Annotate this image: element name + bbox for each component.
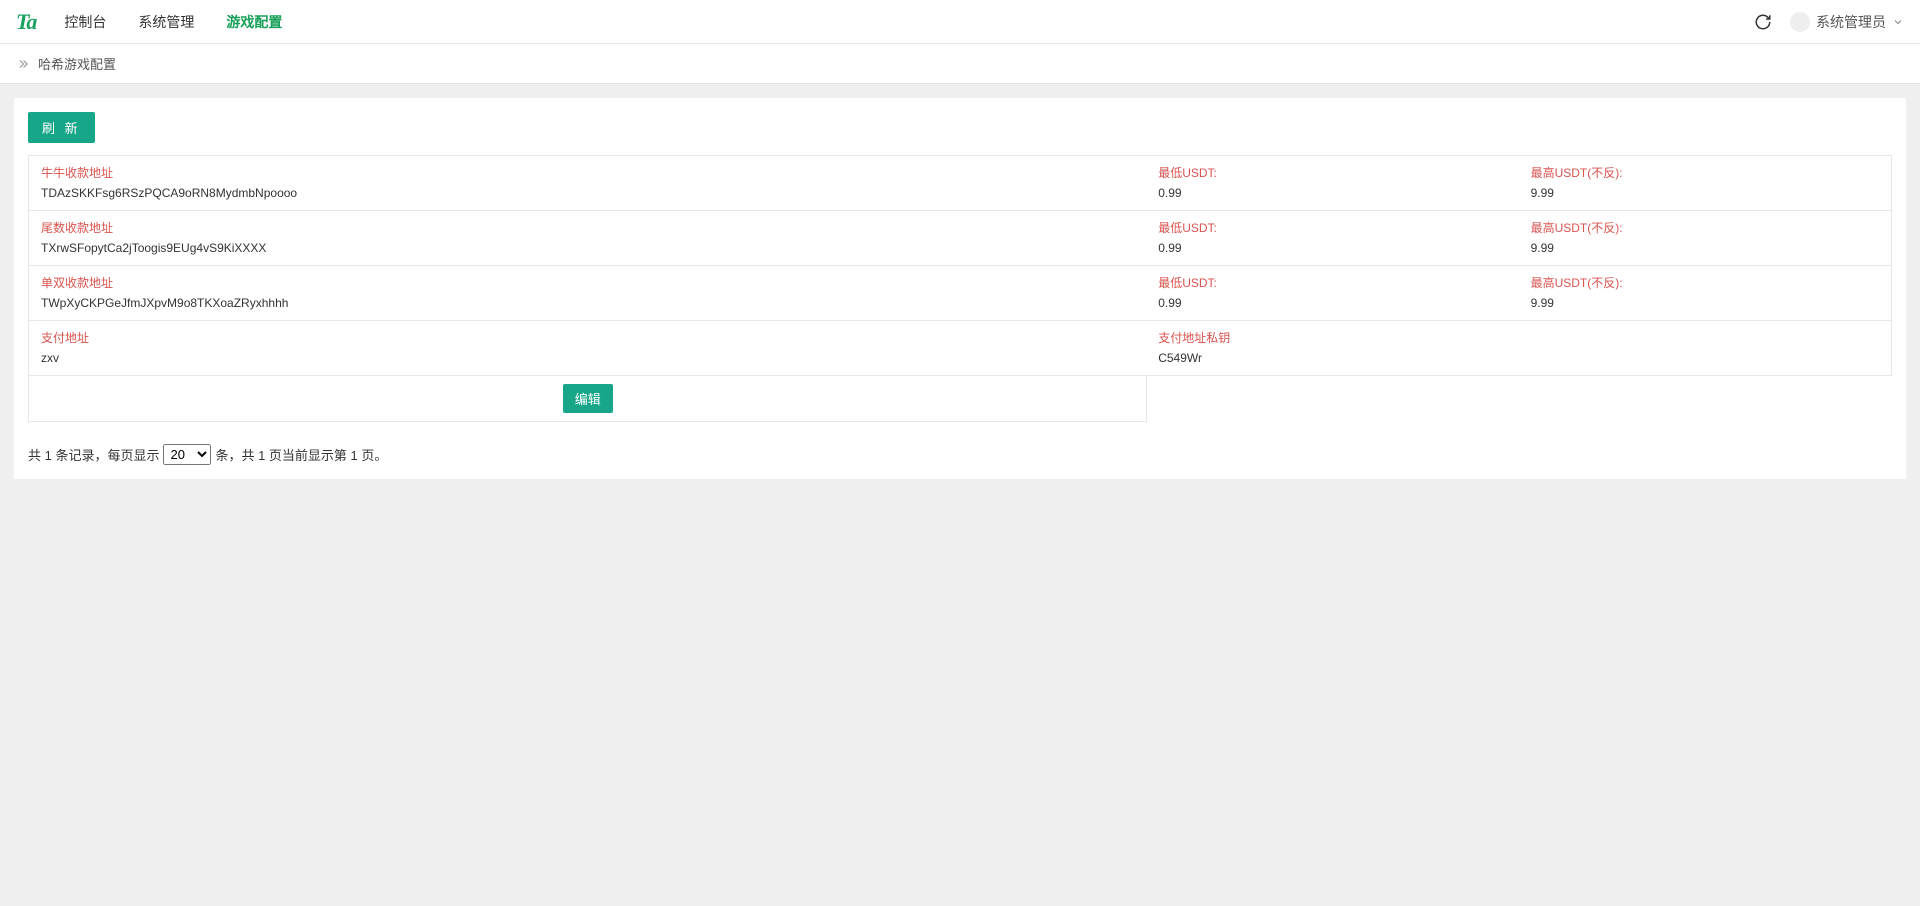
value-address: TWpXyCKPGeJfmJXpvM9o8TKXoaZRyxhhhh — [41, 294, 1134, 312]
cell-address: 尾数收款地址 TXrwSFopytCa2jToogis9EUg4vS9KiXXX… — [29, 211, 1146, 265]
main-panel: 刷 新 牛牛收款地址 TDAzSKKFsg6RSzPQCA9oRN8MydmbN… — [14, 98, 1906, 479]
value-min-usdt: 0.99 — [1158, 294, 1506, 312]
label-min-usdt: 最低USDT: — [1158, 219, 1506, 237]
page-size-select[interactable]: 102050100 — [163, 444, 211, 465]
cell-max-usdt: 最高USDT(不反): 9.99 — [1519, 156, 1891, 210]
topbar: Ta 控制台 系统管理 游戏配置 系统管理员 — [0, 0, 1920, 44]
value-pay-address: zxv — [41, 349, 1134, 367]
refresh-button[interactable]: 刷 新 — [28, 112, 95, 143]
breadcrumb: 哈希游戏配置 — [0, 44, 1920, 84]
label-min-usdt: 最低USDT: — [1158, 164, 1506, 182]
nav-item-game-config[interactable]: 游戏配置 — [222, 2, 286, 42]
cell-pay-address: 支付地址 zxv — [29, 321, 1146, 375]
topbar-right: 系统管理员 — [1754, 12, 1904, 32]
value-address: TXrwSFopytCa2jToogis9EUg4vS9KiXXXX — [41, 239, 1134, 257]
value-max-usdt: 9.99 — [1531, 294, 1879, 312]
value-pay-key: C549Wr — [1158, 349, 1879, 367]
cell-address: 单双收款地址 TWpXyCKPGeJfmJXpvM9o8TKXoaZRyxhhh… — [29, 266, 1146, 320]
double-chevron-right-icon — [16, 57, 30, 71]
label-min-usdt: 最低USDT: — [1158, 274, 1506, 292]
cell-address: 牛牛收款地址 TDAzSKKFsg6RSzPQCA9oRN8MydmbNpooo… — [29, 156, 1146, 210]
action-row: 编辑 — [28, 376, 1147, 422]
user-menu[interactable]: 系统管理员 — [1790, 12, 1904, 32]
label-max-usdt: 最高USDT(不反): — [1531, 164, 1879, 182]
user-name: 系统管理员 — [1816, 12, 1886, 32]
breadcrumb-title: 哈希游戏配置 — [38, 54, 116, 73]
value-min-usdt: 0.99 — [1158, 184, 1506, 202]
label-pay-address: 支付地址 — [41, 329, 1134, 347]
cell-max-usdt: 最高USDT(不反): 9.99 — [1519, 266, 1891, 320]
cell-min-usdt: 最低USDT: 0.99 — [1146, 156, 1518, 210]
topbar-left: Ta 控制台 系统管理 游戏配置 — [16, 2, 286, 42]
label-address: 牛牛收款地址 — [41, 164, 1134, 182]
edit-button[interactable]: 编辑 — [563, 384, 613, 413]
label-max-usdt: 最高USDT(不反): — [1531, 274, 1879, 292]
value-address: TDAzSKKFsg6RSzPQCA9oRN8MydmbNpoooo — [41, 184, 1134, 202]
nav-item-console[interactable]: 控制台 — [60, 2, 110, 42]
value-max-usdt: 9.99 — [1531, 239, 1879, 257]
avatar — [1790, 12, 1810, 32]
label-address: 尾数收款地址 — [41, 219, 1134, 237]
label-pay-key: 支付地址私钥 — [1158, 329, 1879, 347]
cell-pay-key: 支付地址私钥 C549Wr — [1146, 321, 1891, 375]
chevron-down-icon — [1892, 16, 1904, 28]
config-list: 牛牛收款地址 TDAzSKKFsg6RSzPQCA9oRN8MydmbNpooo… — [28, 155, 1892, 376]
cell-max-usdt: 最高USDT(不反): 9.99 — [1519, 211, 1891, 265]
value-min-usdt: 0.99 — [1158, 239, 1506, 257]
pager: 共 1 条记录，每页显示 102050100 条，共 1 页当前显示第 1 页。 — [28, 444, 1892, 465]
pay-row: 支付地址 zxv 支付地址私钥 C549Wr — [29, 321, 1891, 376]
value-max-usdt: 9.99 — [1531, 184, 1879, 202]
label-address: 单双收款地址 — [41, 274, 1134, 292]
config-row: 尾数收款地址 TXrwSFopytCa2jToogis9EUg4vS9KiXXX… — [29, 211, 1891, 266]
config-row: 单双收款地址 TWpXyCKPGeJfmJXpvM9o8TKXoaZRyxhhh… — [29, 266, 1891, 321]
pager-suffix: 条，共 1 页当前显示第 1 页。 — [215, 445, 387, 464]
config-row: 牛牛收款地址 TDAzSKKFsg6RSzPQCA9oRN8MydmbNpooo… — [29, 156, 1891, 211]
label-max-usdt: 最高USDT(不反): — [1531, 219, 1879, 237]
logo: Ta — [16, 9, 36, 35]
cell-min-usdt: 最低USDT: 0.99 — [1146, 211, 1518, 265]
pager-prefix: 共 1 条记录，每页显示 — [28, 445, 159, 464]
nav-item-system[interactable]: 系统管理 — [134, 2, 198, 42]
cell-min-usdt: 最低USDT: 0.99 — [1146, 266, 1518, 320]
refresh-icon[interactable] — [1754, 13, 1772, 31]
